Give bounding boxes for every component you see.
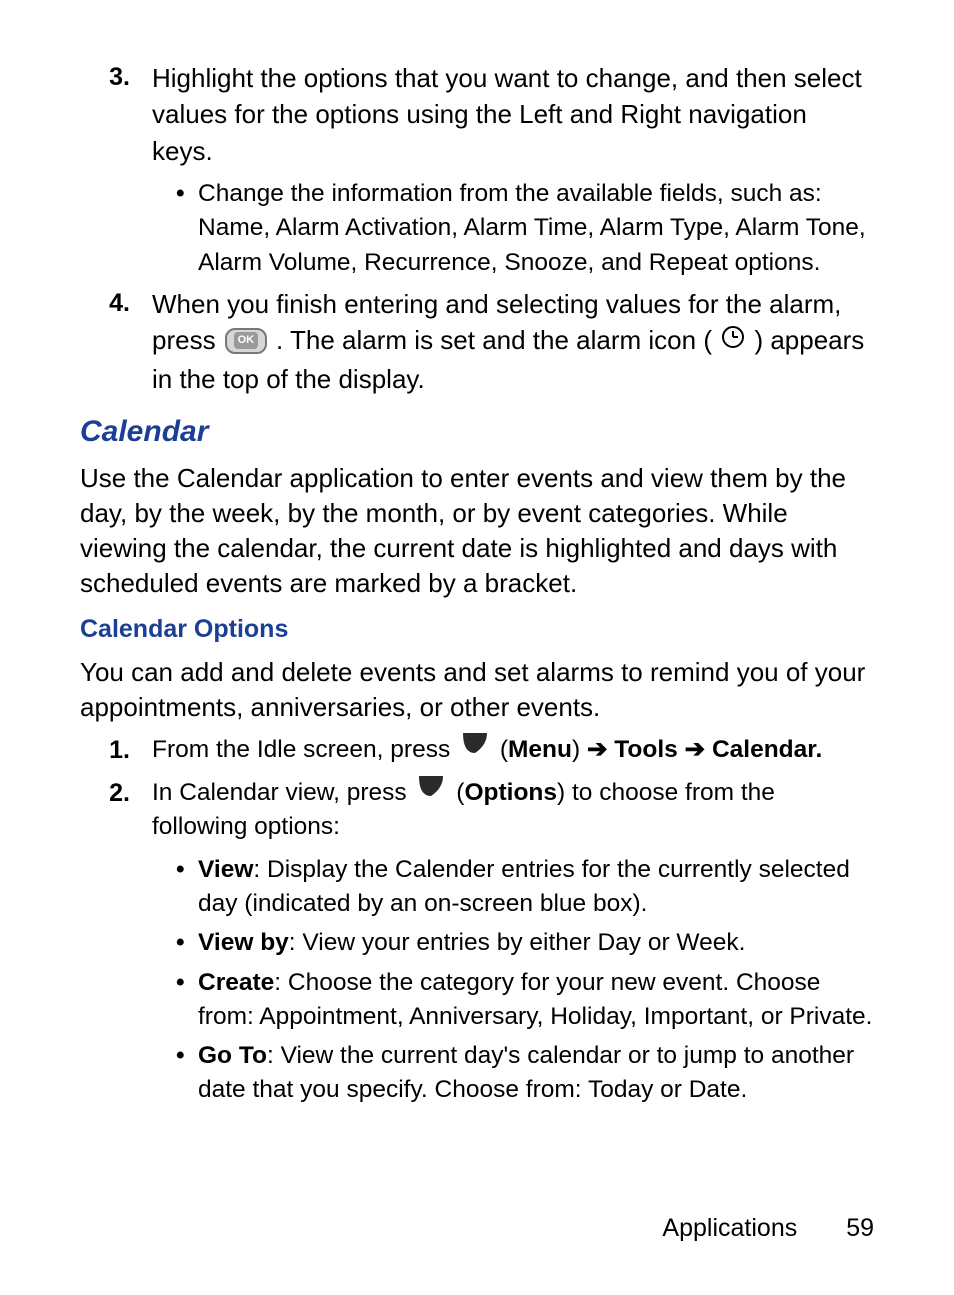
text-fragment: In Calendar view, press [152, 779, 413, 806]
option-bullet-go-to: • Go To: View the current day's calendar… [176, 1039, 874, 1108]
tools-label: Tools [614, 736, 678, 763]
bullet-dot: • [176, 966, 198, 1035]
bullet-text: Change the information from the availabl… [198, 177, 874, 280]
step-number: 2. [100, 776, 130, 845]
step-text: When you finish entering and selecting v… [152, 286, 874, 397]
bullet-dot: • [176, 926, 198, 960]
text-fragment: . The alarm is set and the alarm icon ( [276, 325, 712, 355]
bullet-dot: • [176, 177, 198, 280]
bullet-text: Create: Choose the category for your new… [198, 966, 874, 1035]
step-text: From the Idle screen, press (Menu) ➔ Too… [152, 733, 874, 768]
option-bullet-view-by: • View by: View your entries by either D… [176, 926, 874, 960]
calendar-options-heading: Calendar Options [80, 612, 874, 647]
step-text: Highlight the options that you want to c… [152, 60, 874, 169]
options-step-1: 1. From the Idle screen, press (Menu) ➔ … [100, 733, 874, 768]
text-fragment: ( [500, 736, 508, 763]
options-label: Options [464, 779, 557, 806]
step-3: 3. Highlight the options that you want t… [100, 60, 874, 169]
arrow-icon: ➔ [685, 736, 712, 763]
bullet-dot: • [176, 853, 198, 922]
calendar-label: Calendar. [712, 736, 822, 763]
menu-label: Menu [508, 736, 572, 763]
step-3-bullet: • Change the information from the availa… [176, 177, 874, 280]
left-softkey-icon [461, 731, 489, 765]
bullet-text: View by: View your entries by either Day… [198, 926, 874, 960]
bullet-bold: Create [198, 969, 274, 996]
bullet-rest: : View your entries by either Day or Wee… [289, 929, 746, 956]
bullet-rest: : Display the Calender entries for the c… [198, 856, 850, 917]
calendar-heading: Calendar [80, 411, 874, 453]
text-fragment: From the Idle screen, press [152, 736, 457, 763]
step-number: 4. [100, 286, 130, 397]
ok-button-icon: OK [225, 328, 267, 354]
footer-section: Applications [662, 1214, 797, 1242]
footer-page-number: 59 [846, 1214, 874, 1242]
page-footer: Applications 59 [662, 1214, 874, 1243]
calendar-options-paragraph: You can add and delete events and set al… [80, 655, 874, 725]
page-content: 3. Highlight the options that you want t… [80, 60, 874, 1108]
options-step-2: 2. In Calendar view, press (Options) to … [100, 776, 874, 845]
clock-icon [721, 322, 745, 358]
bullet-text: Go To: View the current day's calendar o… [198, 1039, 874, 1108]
bullet-rest: : Choose the category for your new event… [198, 969, 873, 1030]
calendar-paragraph: Use the Calendar application to enter ev… [80, 461, 874, 601]
option-bullet-view: • View: Display the Calender entries for… [176, 853, 874, 922]
arrow-icon: ➔ [587, 736, 614, 763]
step-4: 4. When you finish entering and selectin… [100, 286, 874, 397]
step-number: 1. [100, 733, 130, 768]
bullet-bold: View by [198, 929, 289, 956]
step-text: In Calendar view, press (Options) to cho… [152, 776, 874, 845]
bullet-dot: • [176, 1039, 198, 1108]
left-softkey-icon [417, 774, 445, 808]
step-number: 3. [100, 60, 130, 169]
text-fragment: ) [572, 736, 587, 763]
bullet-rest: : View the current day's calendar or to … [198, 1042, 854, 1103]
bullet-text: View: Display the Calender entries for t… [198, 853, 874, 922]
option-bullet-create: • Create: Choose the category for your n… [176, 966, 874, 1035]
bullet-bold: Go To [198, 1042, 267, 1069]
bullet-bold: View [198, 856, 253, 883]
